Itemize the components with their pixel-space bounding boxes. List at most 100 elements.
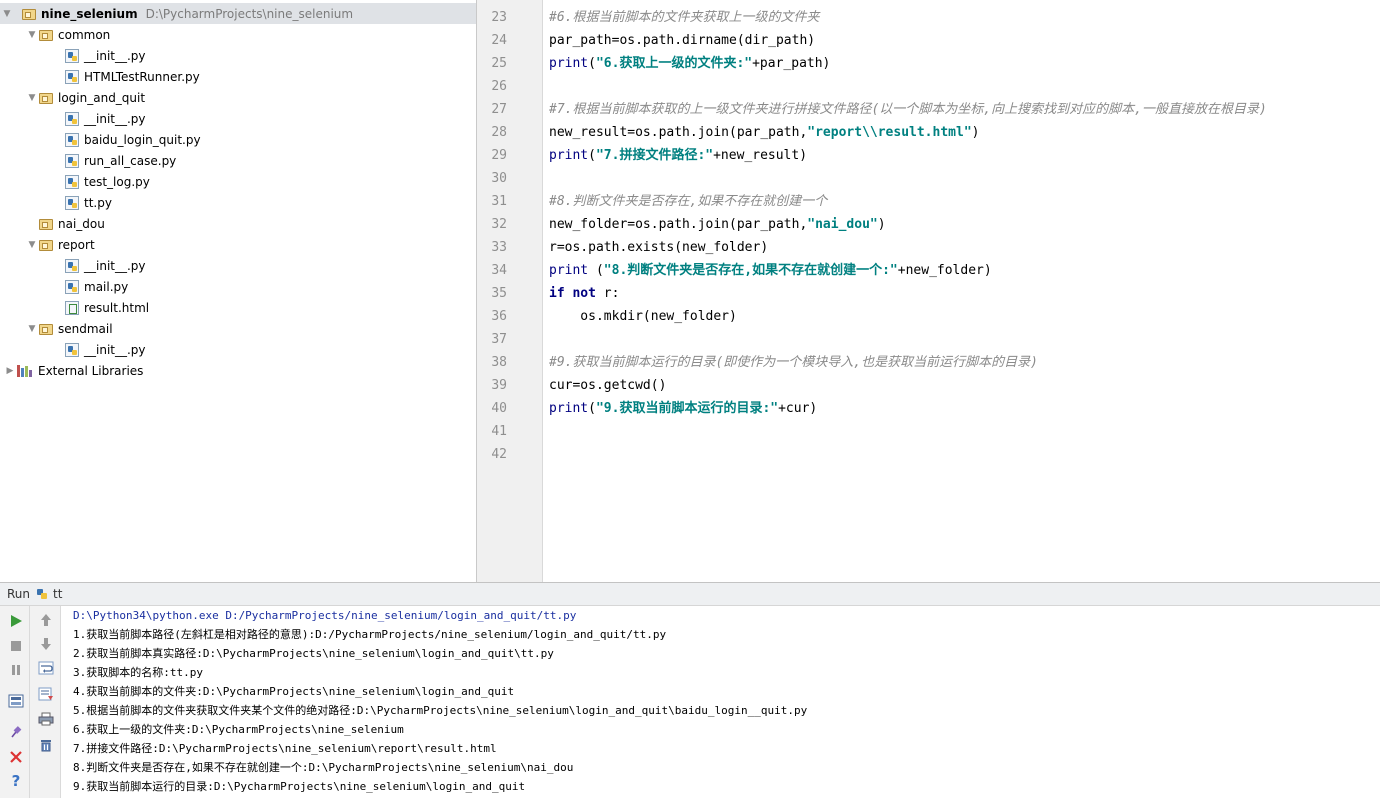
tree-item-init-py[interactable]: __init__.py: [0, 45, 476, 66]
tree-item-report[interactable]: ▼ report: [0, 234, 476, 255]
line-number: 36: [491, 309, 507, 324]
chevron-down-icon[interactable]: ▼: [25, 93, 39, 103]
code-line[interactable]: new_folder=os.path.join(par_path,"nai_do…: [549, 213, 886, 236]
console-output-line: 5.根据当前脚本的文件夹获取文件夹某个文件的绝对路径:D:\PycharmPro…: [73, 704, 808, 717]
tree-item-label: common: [58, 27, 111, 42]
tree-item-login-and-quit[interactable]: ▼ login_and_quit: [0, 87, 476, 108]
code-token: (: [588, 263, 604, 278]
tree-item-label: __init__.py: [84, 258, 146, 273]
tree-item-init-py[interactable]: __init__.py: [0, 339, 476, 360]
tree-item-test-log-py[interactable]: test_log.py: [0, 171, 476, 192]
code-line[interactable]: os.mkdir(new_folder): [549, 305, 737, 328]
tree-item-baidu-login-quit-py[interactable]: baidu_login_quit.py: [0, 129, 476, 150]
console-command-line: D:\Python34\python.exe D:/PycharmProject…: [73, 609, 577, 622]
chevron-down-icon[interactable]: ▼: [25, 240, 39, 250]
chevron-down-icon[interactable]: ▼: [25, 30, 39, 40]
code-line[interactable]: print("6.获取上一级的文件夹:"+par_path): [549, 52, 830, 75]
tree-item-htmltestrunner-py[interactable]: HTMLTestRunner.py: [0, 66, 476, 87]
clear-all-icon[interactable]: [37, 736, 55, 754]
code-token: +cur): [778, 401, 818, 416]
code-token: (: [588, 56, 596, 71]
code-token: "9.获取当前脚本运行的目录:": [595, 401, 779, 416]
code-line[interactable]: if not r:: [549, 282, 619, 305]
code-token: ): [971, 125, 980, 140]
run-console[interactable]: D:\Python34\python.exe D:/PycharmProject…: [61, 606, 1380, 798]
python-file-icon: [65, 111, 79, 126]
tree-item-init-py[interactable]: __init__.py: [0, 255, 476, 276]
folder-icon: [39, 92, 53, 104]
code-token: os.mkdir(new_folder): [549, 309, 737, 324]
run-toolbar-right: [30, 606, 61, 798]
tree-item-nai-dou[interactable]: nai_dou: [0, 213, 476, 234]
tree-item-label: __init__.py: [84, 111, 146, 126]
code-line[interactable]: cur=os.getcwd(): [549, 374, 666, 397]
line-number: 37: [491, 332, 507, 347]
console-output-line: 7.拼接文件路径:D:\PycharmProjects\nine_seleniu…: [73, 742, 497, 755]
python-file-icon: [65, 279, 79, 294]
tree-item-label: External Libraries: [38, 363, 144, 378]
tree-item-mail-py[interactable]: mail.py: [0, 276, 476, 297]
tree-item-sendmail[interactable]: ▼ sendmail: [0, 318, 476, 339]
tree-item-tt-py[interactable]: tt.py: [0, 192, 476, 213]
code-token: "6.获取上一级的文件夹:": [595, 56, 753, 71]
code-line[interactable]: #9.获取当前脚本运行的目录(即使作为一个模块导入,也是获取当前运行脚本的目录): [549, 351, 1038, 374]
folder-icon: [39, 239, 53, 251]
help-icon[interactable]: ?: [7, 772, 25, 790]
line-number: 30: [491, 171, 507, 186]
code-line[interactable]: #7.根据当前脚本获取的上一级文件夹进行拼接文件路径(以一个脚本为坐标,向上搜索…: [549, 98, 1267, 121]
project-root[interactable]: ▼ nine_selenium D:\PycharmProjects\nine_…: [0, 3, 476, 24]
code-line[interactable]: print("9.获取当前脚本运行的目录:"+cur): [549, 397, 817, 420]
code-token: "7.拼接文件路径:": [595, 148, 714, 163]
folder-icon: [22, 8, 36, 20]
code-token: print: [549, 263, 589, 278]
python-file-icon: [65, 258, 79, 273]
code-token: not: [572, 286, 596, 301]
line-number: 29: [491, 148, 507, 163]
code-token: print: [549, 401, 589, 416]
tree-item-run-all-case-py[interactable]: run_all_case.py: [0, 150, 476, 171]
code-line[interactable]: r=os.path.exists(new_folder): [549, 236, 768, 259]
code-token: new_result=os.path.join(par_path,: [549, 125, 808, 140]
code-token: #6.根据当前脚本的文件夹获取上一级的文件夹: [549, 10, 820, 25]
chevron-down-icon[interactable]: ▼: [0, 9, 14, 19]
line-number: 35: [491, 286, 507, 301]
code-line[interactable]: new_result=os.path.join(par_path,"report…: [549, 121, 979, 144]
code-token: if: [549, 286, 565, 301]
soft-wrap-icon[interactable]: [37, 659, 55, 677]
tree-item-common[interactable]: ▼ common: [0, 24, 476, 45]
layout-icon[interactable]: [7, 692, 25, 710]
rerun-icon[interactable]: [7, 612, 25, 630]
folder-icon: [39, 218, 53, 230]
editor-gutter: 23 24 25 26 27 28 29 30 31 32 33 34 35 36 37 38 39 40 41 42: [477, 0, 543, 582]
code-line[interactable]: #6.根据当前脚本的文件夹获取上一级的文件夹: [549, 6, 819, 29]
chevron-down-icon[interactable]: ▼: [25, 324, 39, 334]
close-icon[interactable]: [7, 748, 25, 766]
scroll-to-end-icon[interactable]: [37, 685, 55, 703]
code-line[interactable]: par_path=os.path.dirname(dir_path): [549, 29, 815, 52]
python-file-icon: [65, 342, 79, 357]
code-token: +par_path): [752, 56, 831, 71]
python-file-icon: [65, 174, 79, 189]
code-line[interactable]: print("7.拼接文件路径:"+new_result): [549, 144, 807, 167]
chevron-right-icon[interactable]: ▶: [3, 366, 17, 376]
stop-icon[interactable]: [7, 637, 25, 655]
tree-item-external-libraries[interactable]: ▶ External Libraries: [0, 360, 476, 381]
run-tab-tt[interactable]: tt: [53, 587, 62, 601]
code-editor[interactable]: #6.根据当前脚本的文件夹获取上一级的文件夹 par_path=os.path.d…: [543, 0, 1380, 582]
code-line[interactable]: #8.判断文件夹是否存在,如果不存在就创建一个: [549, 190, 827, 213]
scroll-up-icon[interactable]: [37, 611, 55, 629]
tree-item-init-py[interactable]: __init__.py: [0, 108, 476, 129]
line-number: 32: [491, 217, 507, 232]
pin-icon[interactable]: [7, 723, 25, 741]
line-number: 27: [491, 102, 507, 117]
print-icon[interactable]: [37, 710, 55, 728]
tree-item-label: test_log.py: [84, 174, 150, 189]
tree-item-result-html[interactable]: result.html: [0, 297, 476, 318]
code-line[interactable]: print ("8.判断文件夹是否存在,如果不存在就创建一个:"+new_fol…: [549, 259, 992, 282]
pause-icon[interactable]: [7, 661, 25, 679]
tree-item-label: tt.py: [84, 195, 112, 210]
tree-item-label: mail.py: [84, 279, 129, 294]
scroll-down-icon[interactable]: [37, 635, 55, 653]
line-number: 39: [491, 378, 507, 393]
code-token: "nai_dou": [807, 217, 878, 232]
